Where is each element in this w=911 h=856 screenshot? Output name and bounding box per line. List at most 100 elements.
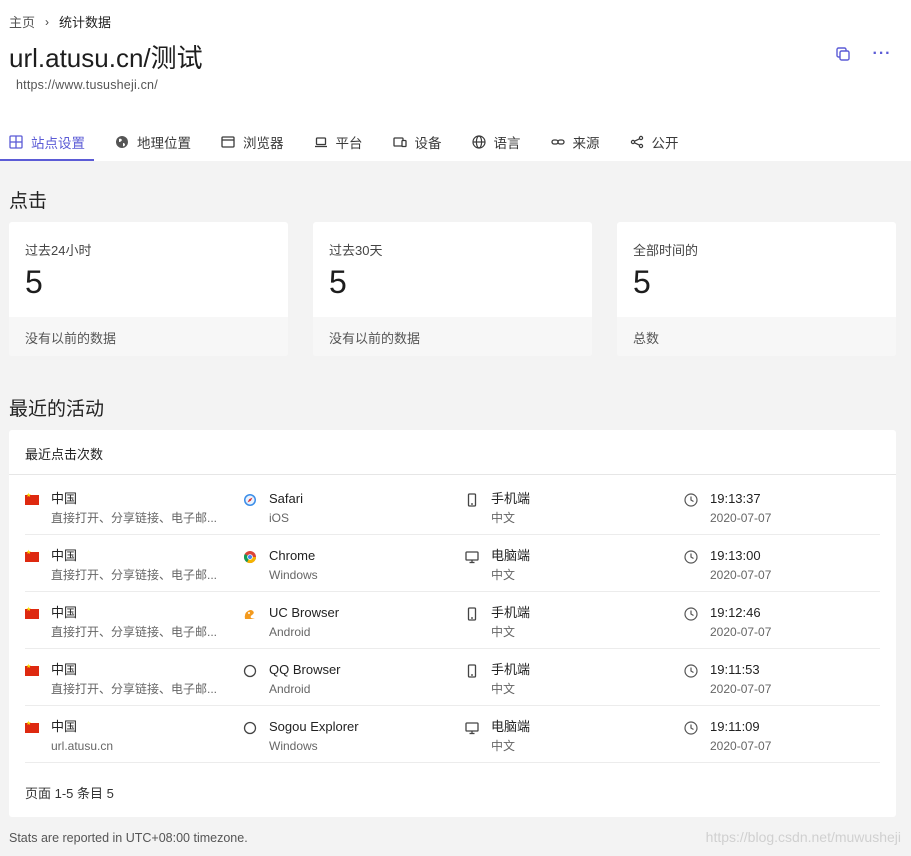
os-text: Android: [269, 682, 311, 696]
china-flag-icon: [25, 663, 39, 678]
stat-card-all-time: 全部时间的 5 总数: [617, 222, 896, 356]
devices-icon: [392, 135, 407, 149]
stat-value: 5: [329, 264, 347, 300]
tab-label: 公开: [651, 135, 679, 151]
tab-bar: 站点设置 地理位置 浏览器 平台 设备 语言 来源 公开: [0, 122, 700, 161]
safari-icon: [243, 493, 257, 507]
chrome-icon: [243, 550, 257, 564]
stat-label: 全部时间的: [633, 243, 699, 258]
country-text: 中国: [51, 605, 78, 620]
stat-label: 过去30天: [329, 243, 383, 258]
globe-icon: [471, 134, 486, 149]
panel-title: 最近点击次数: [9, 430, 896, 475]
mobile-icon: [465, 493, 479, 507]
date-text: 2020-07-07: [710, 568, 772, 582]
browser-cell: Chrome Windows: [243, 548, 318, 583]
device-text: 手机端: [491, 605, 531, 620]
browser-text: UC Browser: [269, 605, 340, 620]
link-icon: [550, 135, 565, 149]
share-icon: [630, 135, 644, 149]
stat-footer: 总数: [617, 317, 896, 356]
date-text: 2020-07-07: [710, 739, 772, 753]
mobile-icon: [465, 664, 479, 678]
breadcrumb: 主页 › 统计数据: [9, 12, 111, 31]
stat-card-24h: 过去24小时 5 没有以前的数据: [9, 222, 288, 356]
desktop-icon: [465, 721, 479, 735]
china-flag-icon: [25, 492, 39, 507]
os-text: Android: [269, 625, 311, 639]
browser-text: Sogou Explorer: [269, 719, 359, 734]
location-cell: 中国直接打开、分享链接、电子邮...: [25, 605, 217, 640]
circle-icon: [243, 664, 257, 678]
clicks-title: 点击: [9, 191, 48, 212]
country-text: 中国: [51, 719, 78, 734]
activity-row: 中国直接打开、分享链接、电子邮... Chrome Windows 电脑端中文 19:1…: [25, 535, 880, 592]
copy-icon[interactable]: [833, 44, 853, 64]
browser-cell: Safari iOS: [243, 491, 303, 526]
page-title: url.atusu.cn/测试: [9, 43, 203, 73]
lang-text: 中文: [491, 682, 516, 696]
tab-label: 地理位置: [137, 135, 191, 151]
clock-icon: [684, 721, 698, 735]
clock-icon: [684, 493, 698, 507]
china-flag-icon: [25, 549, 39, 564]
activity-row: 中国直接打开、分享链接、电子邮... Safari iOS 手机端中文 19:13:37…: [25, 478, 880, 535]
device-text: 电脑端: [491, 548, 531, 563]
timezone-note: Stats are reported in UTC+08:00 timezone…: [9, 831, 248, 845]
tab-label: 语言: [493, 135, 521, 151]
grid-icon: [9, 134, 23, 149]
time-text: 19:13:00: [710, 548, 761, 563]
mobile-icon: [465, 607, 479, 621]
chevron-right-icon: ›: [45, 14, 50, 29]
time-text: 19:11:09: [710, 719, 760, 734]
activity-title: 最近的活动: [9, 399, 105, 420]
breadcrumb-current: 统计数据: [59, 15, 112, 30]
device-text: 手机端: [491, 491, 531, 506]
clock-icon: [684, 664, 698, 678]
desktop-icon: [465, 550, 479, 564]
device-cell: 手机端 中文: [465, 605, 530, 640]
time-cell: 19:12:46 2020-07-07: [684, 605, 771, 640]
tab-label: 平台: [335, 135, 363, 151]
site-url[interactable]: https://www.tususheji.cn/: [16, 78, 158, 92]
activity-row: 中国直接打开、分享链接、电子邮... QQ Browser Android 手机端中文…: [25, 649, 880, 706]
location-cell: 中国 url.atusu.cn: [25, 719, 113, 754]
tab-1[interactable]: 地理位置: [106, 122, 200, 161]
tab-0[interactable]: 站点设置: [0, 122, 94, 161]
device-cell: 手机端 中文: [465, 662, 530, 697]
more-icon[interactable]: ···: [872, 44, 892, 64]
tab-label: 浏览器: [243, 135, 284, 151]
uc-browser-icon: [243, 607, 257, 621]
pagination-info: 页面 1-5 条目 5: [25, 786, 114, 801]
device-cell: 手机端 中文: [465, 491, 530, 526]
circle-icon: [243, 721, 257, 735]
watermark: https://blog.csdn.net/muwusheji: [705, 829, 901, 845]
browser-text: QQ Browser: [269, 662, 341, 677]
source-text: url.atusu.cn: [51, 739, 114, 753]
tab-7[interactable]: 公开: [621, 122, 688, 161]
tab-2[interactable]: 浏览器: [212, 122, 293, 161]
date-text: 2020-07-07: [710, 625, 772, 639]
os-text: Windows: [269, 739, 318, 753]
tab-label: 设备: [414, 135, 442, 151]
breadcrumb-home[interactable]: 主页: [9, 12, 35, 31]
location-cell: 中国直接打开、分享链接、电子邮...: [25, 491, 217, 526]
tab-5[interactable]: 语言: [463, 122, 530, 161]
tab-4[interactable]: 设备: [384, 122, 451, 161]
location-cell: 中国直接打开、分享链接、电子邮...: [25, 548, 217, 583]
tab-3[interactable]: 平台: [305, 122, 372, 161]
tab-label: 站点设置: [31, 135, 85, 151]
recent-clicks-panel: 最近点击次数 中国直接打开、分享链接、电子邮...SafariiOS手机端中文1…: [9, 430, 896, 817]
country-text: 中国: [51, 548, 78, 563]
page-header: 主页 › 统计数据 url.atusu.cn/测试 https://www.tu…: [0, 0, 911, 161]
date-text: 2020-07-07: [710, 682, 772, 696]
browser-window-icon: [221, 135, 235, 149]
stat-footer: 没有以前的数据: [9, 317, 288, 356]
stat-card-30d: 过去30天 5 没有以前的数据: [313, 222, 592, 356]
lang-text: 中文: [491, 739, 516, 753]
source-text: 直接打开、分享链接、电子邮...: [51, 625, 218, 639]
time-text: 19:12:46: [710, 605, 761, 620]
browser-cell: QQ Browser Android: [243, 662, 341, 697]
tab-6[interactable]: 来源: [542, 122, 609, 161]
stat-value: 5: [25, 264, 43, 300]
